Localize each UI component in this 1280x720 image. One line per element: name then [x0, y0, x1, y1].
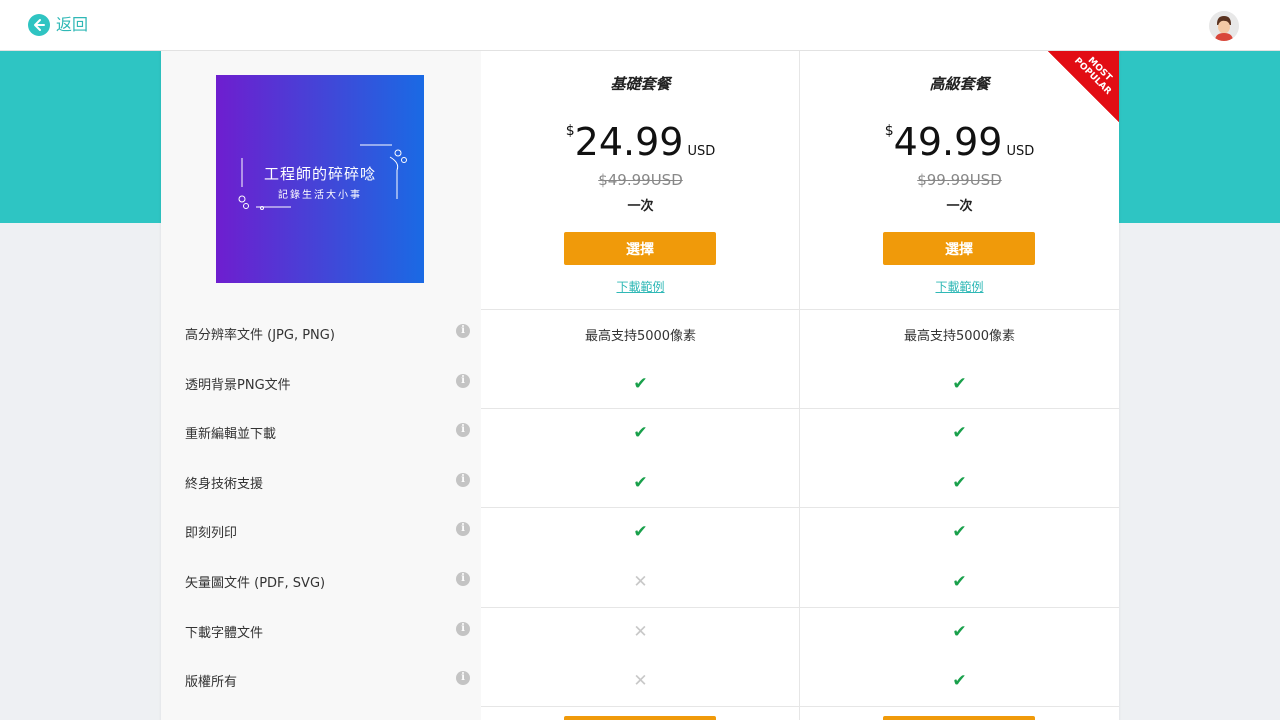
download-sample-link[interactable]: 下載範例 — [800, 278, 1119, 295]
feature-row: 矢量圖文件 (PDF, SVG) i — [161, 557, 481, 607]
info-icon[interactable]: i — [456, 473, 470, 487]
feature-cell-advanced: ✔ — [800, 359, 1119, 409]
feature-label: 下載字體文件 — [185, 626, 264, 641]
feature-cell-advanced: 最高支持5000像素 — [800, 309, 1119, 359]
feature-row: 下載字體文件 i — [161, 607, 481, 657]
info-icon[interactable]: i — [456, 374, 470, 388]
feature-cell-advanced: ✔ — [800, 607, 1119, 657]
feature-label: 矢量圖文件 (PDF, SVG) — [185, 576, 326, 591]
most-popular-ribbon: MOST POPULAR — [1048, 51, 1119, 122]
user-avatar-icon[interactable] — [1209, 11, 1239, 41]
feature-cell-advanced: ✔ — [800, 557, 1119, 607]
feature-cell-basic: ✕ — [481, 557, 800, 607]
feature-cell-basic: ✔ — [481, 408, 800, 458]
check-icon: ✔ — [952, 473, 967, 493]
feature-row: 重新編輯並下載 i — [161, 408, 481, 458]
feature-row: 透明背景PNG文件 i — [161, 359, 481, 409]
feature-cell-advanced: ✔ — [800, 656, 1119, 706]
row-divider — [481, 706, 1119, 707]
preview-title: 工程師的碎碎唸 — [263, 165, 376, 183]
download-sample-link[interactable]: 下載範例 — [481, 278, 800, 295]
info-icon[interactable]: i — [456, 671, 470, 685]
feature-cell-advanced: ✔ — [800, 458, 1119, 508]
plan-price: $49.99 USD — [800, 117, 1119, 167]
ribbon-text: MOST POPULAR — [1061, 51, 1119, 108]
original-price: $49.99USD — [598, 171, 683, 189]
feature-cell-basic: ✔ — [481, 359, 800, 409]
price-amount: 49.99 — [893, 120, 1003, 164]
cross-icon: ✕ — [633, 572, 648, 592]
check-icon: ✔ — [633, 423, 648, 443]
select-basic-button-bottom[interactable] — [564, 716, 716, 720]
feature-value: 最高支持5000像素 — [903, 328, 1016, 344]
plan-name: 基礎套餐 — [610, 75, 671, 93]
cross-icon: ✕ — [633, 622, 648, 642]
price-amount: 24.99 — [574, 120, 684, 164]
info-icon[interactable]: i — [456, 423, 470, 437]
billing-period: 一次 — [627, 199, 654, 214]
feature-cell-basic: ✔ — [481, 458, 800, 508]
check-icon: ✔ — [952, 671, 967, 691]
feature-cell-basic: ✔ — [481, 507, 800, 557]
currency-symbol: $ — [565, 123, 575, 139]
select-advanced-button-bottom[interactable] — [883, 716, 1035, 720]
plan-price: $24.99 USD — [481, 117, 800, 167]
check-icon: ✔ — [952, 622, 967, 642]
select-basic-button[interactable]: 選擇 — [564, 232, 716, 265]
top-bar: 返回 — [0, 0, 1280, 51]
feature-cell-basic: ✕ — [481, 656, 800, 706]
price-unit: USD — [1006, 144, 1035, 159]
cross-icon: ✕ — [633, 671, 648, 691]
info-icon[interactable]: i — [456, 622, 470, 636]
info-icon[interactable]: i — [456, 522, 470, 536]
feature-label: 版權所有 — [185, 675, 238, 690]
check-icon: ✔ — [952, 572, 967, 592]
check-icon: ✔ — [952, 522, 967, 542]
design-preview: 工程師的碎碎唸 記錄生活大小事 — [216, 75, 424, 283]
preview-subtitle: 記錄生活大小事 — [278, 190, 362, 201]
feature-value: 最高支持5000像素 — [584, 328, 697, 344]
feature-row: 即刻列印 i — [161, 507, 481, 557]
select-advanced-button[interactable]: 選擇 — [883, 232, 1035, 265]
feature-row: 終身技術支援 i — [161, 458, 481, 508]
currency-symbol: $ — [884, 123, 894, 139]
pricing-card: 工程師的碎碎唸 記錄生活大小事 基礎套餐 $24.99 USD $49.99USD… — [161, 51, 1119, 720]
feature-label: 透明背景PNG文件 — [185, 378, 291, 393]
check-icon: ✔ — [633, 374, 648, 394]
feature-label: 終身技術支援 — [185, 477, 264, 492]
feature-row: 版權所有 i — [161, 656, 481, 706]
price-unit: USD — [687, 144, 716, 159]
original-price: $99.99USD — [917, 171, 1002, 189]
arrow-left-icon — [28, 14, 50, 36]
back-label: 返回 — [56, 15, 89, 34]
feature-label: 即刻列印 — [185, 526, 238, 541]
check-icon: ✔ — [633, 522, 648, 542]
feature-cell-basic: ✕ — [481, 607, 800, 657]
back-button[interactable]: 返回 — [28, 13, 88, 37]
info-icon[interactable]: i — [456, 324, 470, 338]
feature-label: 高分辨率文件 (JPG, PNG) — [185, 328, 335, 343]
feature-cell-basic: 最高支持5000像素 — [481, 309, 800, 359]
check-icon: ✔ — [633, 473, 648, 493]
billing-period: 一次 — [946, 199, 973, 214]
feature-row: 高分辨率文件 (JPG, PNG) i — [161, 309, 481, 359]
feature-cell-advanced: ✔ — [800, 507, 1119, 557]
feature-label: 重新編輯並下載 — [185, 427, 277, 442]
info-icon[interactable]: i — [456, 572, 470, 586]
check-icon: ✔ — [952, 374, 967, 394]
feature-cell-advanced: ✔ — [800, 408, 1119, 458]
check-icon: ✔ — [952, 423, 967, 443]
